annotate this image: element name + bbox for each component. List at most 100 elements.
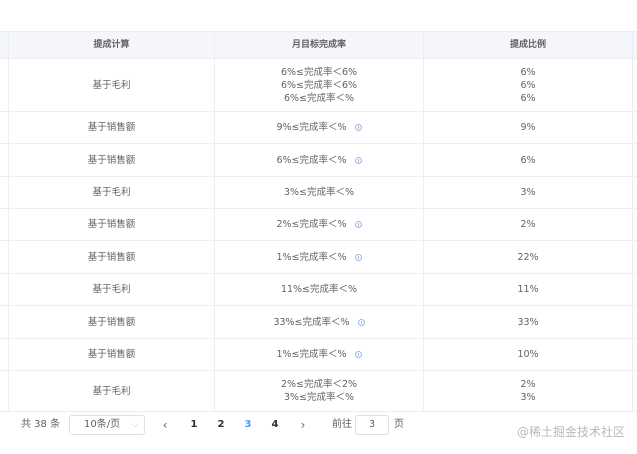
header-commission-ratio: 提成比例 bbox=[424, 32, 633, 58]
row-filler-cell bbox=[633, 306, 637, 338]
info-icon[interactable] bbox=[354, 253, 362, 261]
ratio-line: 6% bbox=[520, 92, 536, 104]
calc-cell: 基于销售额 bbox=[9, 306, 215, 338]
target-rate-cell: 9%≤完成率＜% bbox=[215, 112, 424, 143]
target-rate-text: 3%≤完成率＜% bbox=[283, 187, 355, 198]
row-edge-cell bbox=[0, 59, 9, 111]
ratio-cell: 2% 3% bbox=[424, 371, 633, 411]
target-rate-cell: 11%≤完成率＜% bbox=[215, 274, 424, 305]
header-commission-calc: 提成计算 bbox=[9, 32, 215, 58]
target-rate-text: 6%≤完成率＜% bbox=[283, 92, 355, 104]
chevron-down-icon: ⌵ bbox=[131, 420, 138, 429]
calc-cell: 基于毛利 bbox=[9, 177, 215, 208]
target-rate-cell: 2%≤完成率＜% bbox=[215, 209, 424, 240]
ratio-line: 6% bbox=[520, 66, 536, 78]
header-monthly-target-rate: 月目标完成率 bbox=[215, 32, 424, 58]
calc-cell: 基于销售额 bbox=[9, 339, 215, 370]
page-size-select[interactable]: 10条/页 ⌵ bbox=[69, 415, 145, 435]
table-row: 基于毛利 2%≤完成率＜2% 3%≤完成率＜% 2% 3% bbox=[0, 371, 637, 412]
chevron-left-icon[interactable]: ‹ bbox=[158, 415, 172, 435]
header-filler-cell bbox=[633, 32, 637, 58]
table-row: 基于销售额 9%≤完成率＜% 9% bbox=[0, 112, 637, 144]
jump-label-before: 前往 bbox=[332, 419, 352, 430]
ratio-cell: 6% bbox=[424, 144, 633, 176]
row-filler-cell bbox=[633, 274, 637, 305]
info-icon[interactable] bbox=[354, 124, 362, 131]
ratio-cell: 33% bbox=[424, 306, 633, 338]
calc-cell: 基于毛利 bbox=[9, 59, 215, 111]
page-size-value: 10条/页 bbox=[84, 419, 121, 430]
target-rate-line: 11%≤完成率＜% bbox=[281, 283, 357, 296]
target-rate-text: 1%≤完成率＜% bbox=[276, 251, 347, 263]
target-rate-cell: 33%≤完成率＜% bbox=[215, 306, 424, 338]
target-rate-cell: 6%≤完成率＜6% 6%≤完成率＜6% 6%≤完成率＜% bbox=[215, 59, 424, 111]
row-edge-cell bbox=[0, 241, 9, 273]
row-filler-cell bbox=[633, 339, 637, 370]
calc-cell: 基于毛利 bbox=[9, 274, 215, 305]
ratio-line: 6% bbox=[520, 79, 536, 91]
row-edge-cell bbox=[0, 209, 9, 240]
ratio-line: 6% bbox=[520, 154, 536, 166]
ratio-line: 2% bbox=[520, 219, 536, 230]
target-rate-cell: 1%≤完成率＜% bbox=[215, 241, 424, 273]
row-edge-cell bbox=[0, 177, 9, 208]
target-rate-text: 2%≤完成率＜% bbox=[276, 219, 347, 230]
target-rate-text: 6%≤完成率＜% bbox=[276, 154, 347, 166]
table-header: 提成计算 月目标完成率 提成比例 bbox=[0, 31, 637, 59]
ratio-line: 3% bbox=[520, 392, 536, 403]
info-icon[interactable] bbox=[354, 351, 362, 358]
watermark: @稀土掘金技术社区 bbox=[516, 425, 625, 439]
ratio-cell: 6% 6% 6% bbox=[424, 59, 633, 111]
target-rate-text: 6%≤完成率＜6% bbox=[280, 66, 358, 78]
ratio-line: 10% bbox=[517, 349, 539, 360]
jump-label-after: 页 bbox=[394, 419, 404, 430]
target-rate-text: 3%≤完成率＜% bbox=[283, 392, 355, 403]
total-count: 共 38 条 bbox=[21, 419, 61, 430]
target-rate-line: 2%≤完成率＜2% bbox=[281, 378, 357, 391]
info-icon[interactable] bbox=[354, 221, 362, 228]
row-edge-cell bbox=[0, 274, 9, 305]
table-row: 基于销售额 33%≤完成率＜% 33% bbox=[0, 306, 637, 339]
header-edge-cell bbox=[0, 32, 9, 58]
row-filler-cell bbox=[633, 371, 637, 411]
page-3-current[interactable]: 3 bbox=[240, 415, 256, 435]
row-filler-cell bbox=[633, 144, 637, 176]
ratio-line: 22% bbox=[517, 251, 539, 263]
row-edge-cell bbox=[0, 144, 9, 176]
calc-cell: 基于销售额 bbox=[9, 241, 215, 273]
page-2[interactable]: 2 bbox=[213, 415, 229, 435]
table-row: 基于毛利 3%≤完成率＜% 3% bbox=[0, 177, 637, 209]
target-rate-line: 3%≤完成率＜% bbox=[284, 391, 354, 404]
info-icon[interactable] bbox=[354, 156, 362, 164]
row-edge-cell bbox=[0, 339, 9, 370]
calc-cell: 基于销售额 bbox=[9, 144, 215, 176]
row-filler-cell bbox=[633, 177, 637, 208]
target-rate-text: 11%≤完成率＜% bbox=[280, 284, 358, 295]
target-rate-line: 9%≤完成率＜% bbox=[276, 121, 362, 134]
commission-table: 提成计算 月目标完成率 提成比例 基于毛利 6%≤完成率＜6% 6%≤完成率＜6% 6… bbox=[0, 31, 637, 412]
calc-cell: 基于毛利 bbox=[9, 371, 215, 411]
ratio-line: 33% bbox=[517, 316, 539, 328]
target-rate-line: 2%≤完成率＜% bbox=[276, 218, 362, 231]
target-rate-text: 1%≤完成率＜% bbox=[276, 349, 347, 360]
page-1[interactable]: 1 bbox=[186, 415, 202, 435]
target-rate-text: 6%≤完成率＜6% bbox=[280, 79, 358, 91]
ratio-cell: 3% bbox=[424, 177, 633, 208]
page-jump-input[interactable] bbox=[355, 415, 389, 435]
target-rate-cell: 2%≤完成率＜2% 3%≤完成率＜% bbox=[215, 371, 424, 411]
calc-cell: 基于销售额 bbox=[9, 209, 215, 240]
target-rate-cell: 1%≤完成率＜% bbox=[215, 339, 424, 370]
target-rate-line: 33%≤完成率＜% bbox=[273, 316, 365, 329]
info-icon[interactable] bbox=[357, 318, 365, 326]
chevron-right-icon[interactable]: › bbox=[296, 415, 310, 435]
page-4[interactable]: 4 bbox=[267, 415, 283, 435]
ratio-cell: 9% bbox=[424, 112, 633, 143]
row-edge-cell bbox=[0, 306, 9, 338]
target-rate-line: 6%≤完成率＜% bbox=[284, 92, 354, 105]
ratio-cell: 2% bbox=[424, 209, 633, 240]
ratio-line: 2% bbox=[520, 379, 536, 390]
row-filler-cell bbox=[633, 241, 637, 273]
target-rate-text: 2%≤完成率＜2% bbox=[280, 379, 358, 390]
target-rate-line: 6%≤完成率＜% bbox=[276, 154, 362, 167]
target-rate-line: 3%≤完成率＜% bbox=[284, 186, 354, 199]
